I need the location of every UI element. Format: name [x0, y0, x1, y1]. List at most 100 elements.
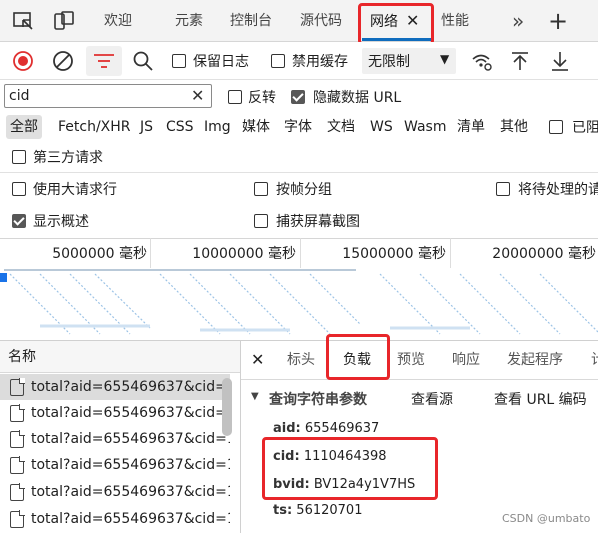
- timeline-header: 5000000 毫秒 10000000 毫秒 15000000 毫秒 20000…: [0, 238, 598, 268]
- expand-triangle-icon[interactable]: ▼: [251, 391, 259, 402]
- tab-response[interactable]: 响应: [452, 341, 480, 379]
- type-filter-doc[interactable]: 文档: [327, 115, 355, 139]
- param-row: aid: 655469637: [273, 421, 380, 436]
- tab-timing[interactable]: 计: [591, 341, 598, 379]
- group-by-frame-label: 按帧分组: [276, 182, 332, 198]
- timeline-tick: 20000000 毫秒: [492, 246, 596, 262]
- tab-welcome[interactable]: 欢迎: [104, 0, 132, 42]
- request-name: total?aid=655469637&cid=1: [31, 431, 230, 447]
- type-filter-media[interactable]: 媒体: [242, 115, 270, 139]
- type-filter-img[interactable]: Img: [204, 115, 231, 139]
- invert-label: 反转: [248, 90, 276, 106]
- search-icon[interactable]: [132, 50, 156, 72]
- tab-preview[interactable]: 预览: [397, 341, 425, 379]
- timeline-tick: 15000000 毫秒: [342, 246, 446, 262]
- type-filter-all[interactable]: 全部: [6, 115, 42, 139]
- close-detail-icon[interactable]: ✕: [251, 350, 264, 369]
- capture-screenshots-label: 捕获屏幕截图: [276, 214, 360, 230]
- large-rows-label: 使用大请求行: [33, 182, 117, 198]
- hide-data-urls-label: 隐藏数据 URL: [313, 90, 402, 106]
- list-scrollbar[interactable]: [222, 378, 232, 436]
- close-tab-icon[interactable]: ✕: [406, 11, 419, 30]
- tab-network[interactable]: 网络 ✕: [370, 0, 419, 42]
- network-conditions-icon[interactable]: [470, 50, 494, 72]
- filter-input[interactable]: cid: [4, 84, 212, 108]
- tab-network-label: 网络: [370, 14, 398, 30]
- blocked-requests-label: 已阻: [572, 120, 598, 136]
- tab-payload[interactable]: 负载: [343, 341, 371, 379]
- overview-waterfall: [0, 269, 598, 335]
- filter-toggle-button[interactable]: [86, 46, 122, 76]
- device-emulation-icon[interactable]: [52, 10, 76, 32]
- show-overview-label: 显示概述: [33, 214, 89, 230]
- capture-screenshots-checkbox[interactable]: [254, 214, 268, 228]
- active-tab-indicator: [362, 38, 432, 41]
- list-item[interactable]: total?aid=655469637&cid=1: [0, 452, 230, 478]
- type-filter-css[interactable]: CSS: [166, 115, 194, 139]
- param-row: bvid: BV12a4y1V7HS: [273, 477, 416, 492]
- document-icon: [10, 377, 25, 396]
- filter-input-value: cid: [9, 88, 30, 104]
- type-filter-js[interactable]: JS: [140, 115, 153, 139]
- tab-sources[interactable]: 源代码: [300, 0, 342, 42]
- document-icon: [10, 509, 25, 528]
- third-party-label: 第三方请求: [33, 150, 103, 166]
- disable-cache-label: 禁用缓存: [292, 54, 348, 70]
- tab-console[interactable]: 控制台: [230, 0, 272, 42]
- network-overview[interactable]: [0, 268, 598, 340]
- list-item[interactable]: total?aid=655469637&cid=1: [0, 479, 230, 505]
- type-filter-font[interactable]: 字体: [284, 115, 312, 139]
- devtools-tab-bar: 欢迎 元素 控制台 源代码 网络 ✕ 性能 » +: [0, 0, 598, 42]
- invert-checkbox[interactable]: [228, 90, 242, 104]
- type-filter-ws[interactable]: WS: [370, 115, 393, 139]
- large-rows-checkbox[interactable]: [12, 182, 26, 196]
- request-name: total?aid=655469637&cid=1: [31, 405, 230, 421]
- request-name: total?aid=655469637&cid=1: [31, 511, 230, 527]
- type-filter-wasm[interactable]: Wasm: [404, 115, 446, 139]
- divider: [0, 172, 598, 173]
- view-url-encoded-link[interactable]: 查看 URL 编码: [494, 389, 587, 409]
- tab-elements[interactable]: 元素: [175, 0, 203, 42]
- throttling-select[interactable]: 无限制 ▼: [362, 48, 456, 74]
- throttling-value: 无限制: [368, 54, 410, 70]
- third-party-checkbox[interactable]: [12, 150, 26, 164]
- type-filter-other[interactable]: 其他: [500, 115, 528, 139]
- pending-label: 将待处理的请: [518, 182, 598, 198]
- document-icon: [10, 429, 25, 448]
- tab-performance[interactable]: 性能: [441, 0, 469, 42]
- filter-icon: [94, 54, 114, 68]
- export-har-icon[interactable]: [548, 50, 572, 72]
- inspect-element-icon[interactable]: [12, 10, 36, 32]
- timeline-tick: 5000000 毫秒: [52, 246, 147, 262]
- list-item[interactable]: total?aid=655469637&cid=1: [0, 400, 230, 426]
- type-filter-manifest[interactable]: 清单: [457, 115, 485, 139]
- show-overview-checkbox[interactable]: [12, 214, 26, 228]
- hide-data-urls-checkbox[interactable]: [291, 90, 305, 104]
- pending-checkbox[interactable]: [496, 182, 510, 196]
- document-icon: [10, 403, 25, 422]
- record-stop-icon[interactable]: [12, 50, 36, 72]
- preserve-log-checkbox[interactable]: [172, 54, 186, 68]
- preserve-log-label: 保留日志: [193, 54, 249, 70]
- list-item[interactable]: total?aid=655469637&cid=1: [0, 506, 230, 532]
- param-row: ts: 56120701: [273, 503, 363, 518]
- view-source-link[interactable]: 查看源: [411, 389, 453, 409]
- type-filter-fetch-xhr[interactable]: Fetch/XHR: [58, 115, 131, 139]
- list-item[interactable]: total?aid=655469637&cid=1: [0, 374, 230, 400]
- clear-filter-icon[interactable]: ✕: [191, 86, 204, 105]
- clear-log-icon[interactable]: [52, 50, 76, 72]
- add-tab-icon[interactable]: +: [548, 0, 568, 42]
- tab-initiator[interactable]: 发起程序: [507, 341, 563, 379]
- divider: [241, 379, 598, 380]
- watermark: CSDN @umbato: [502, 512, 591, 525]
- blocked-requests-checkbox[interactable]: [549, 120, 563, 134]
- request-name: total?aid=655469637&cid=1: [31, 484, 230, 500]
- import-har-icon[interactable]: [508, 50, 532, 72]
- list-item[interactable]: total?aid=655469637&cid=1: [0, 426, 230, 452]
- disable-cache-checkbox[interactable]: [271, 54, 285, 68]
- more-tabs-icon[interactable]: »: [512, 0, 524, 42]
- name-column-header[interactable]: 名称: [0, 341, 240, 373]
- query-params-title: 查询字符串参数: [269, 392, 367, 408]
- group-by-frame-checkbox[interactable]: [254, 182, 268, 196]
- tab-headers[interactable]: 标头: [287, 341, 315, 379]
